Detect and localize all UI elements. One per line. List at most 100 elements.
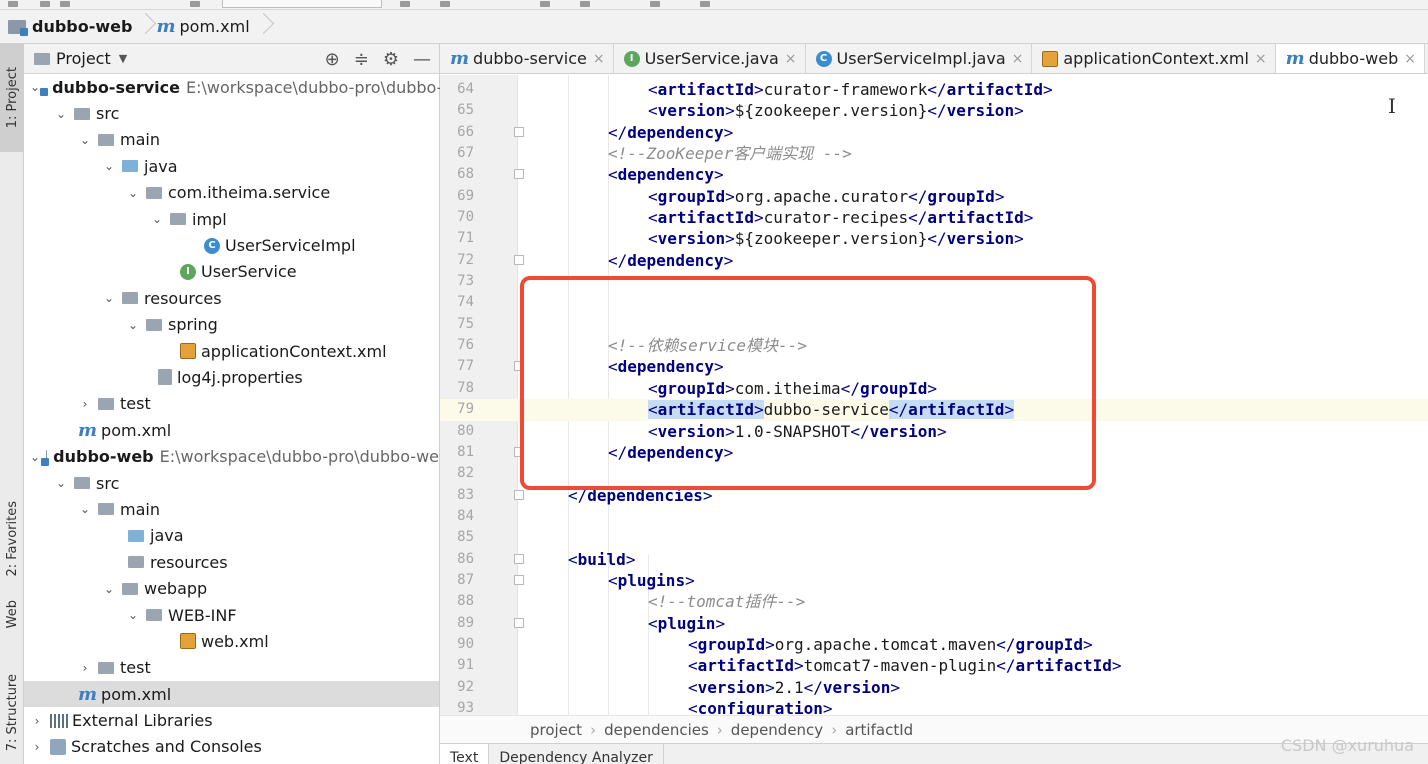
chevron-down-icon[interactable]: ▼ [119,52,127,65]
close-icon[interactable]: × [1404,51,1416,67]
project-panel-title[interactable]: Project [56,49,111,68]
tab-dependency-analyzer[interactable]: Dependency Analyzer [489,744,664,764]
folder-icon [98,503,114,516]
fold-marker-icon[interactable] [514,126,524,137]
minimize-icon[interactable]: — [413,49,431,70]
code-editor[interactable]: 64 <artifactId>curator-framework</artifac… [440,75,1428,715]
tree-item-userserviceimpl[interactable]: C UserServiceImpl [24,232,439,258]
code-line: 87 <plugins> [457,570,695,590]
chevron-down-icon[interactable]: ⌄ [54,107,68,121]
tree-item-spring[interactable]: ⌄ spring [24,312,439,338]
collapse-all-icon[interactable]: ≑ [354,49,369,70]
locate-icon[interactable]: ⊕ [325,49,340,70]
toolbar-icon[interactable] [440,1,450,7]
chevron-right-icon[interactable]: › [30,740,44,754]
tree-item-resources[interactable]: ⌄ resources [24,285,439,311]
fold-marker-icon[interactable] [514,574,524,585]
fold-marker-icon[interactable] [514,617,524,628]
tree-item-java[interactable]: ⌄ java [24,153,439,179]
run-config-selector[interactable] [222,0,382,8]
breadcrumb-dependencies[interactable]: dependencies [604,721,709,739]
tree-item-webapp[interactable]: ⌄ webapp [24,575,439,601]
close-icon[interactable]: × [785,51,797,67]
tree-item-web-inf[interactable]: ⌄ WEB-INF [24,602,439,628]
toolbar-icon[interactable] [580,1,590,7]
fold-marker-icon[interactable] [514,489,524,500]
tree-item-main[interactable]: ⌄ main [24,127,439,153]
tree-item-dubbo-web[interactable]: ⌄ dubbo-web E:\workspace\dubbo-pro\dubbo… [24,443,439,469]
fold-marker-icon[interactable] [514,254,524,265]
close-icon[interactable]: × [1255,51,1267,67]
nav-crumb-project[interactable]: dubbo-web [0,10,138,43]
tree-item-log4j[interactable]: log4j.properties [24,364,439,390]
toolbar-icon[interactable] [60,1,70,7]
tree-item-dubbo-service[interactable]: ⌄ dubbo-service E:\workspace\dubbo-pro\d… [24,74,442,100]
breadcrumb-artifactid[interactable]: artifactId [845,721,913,739]
tab-applicationcontext[interactable]: applicationContext.xml × [1032,44,1276,73]
code-line: 76 <!--依赖service模块--> [457,336,807,356]
chevron-down-icon[interactable]: ⌄ [126,608,140,622]
structure-tool-tab[interactable]: 7: Structure [0,662,24,764]
fold-marker-icon[interactable] [514,553,524,564]
chevron-down-icon[interactable]: ⌄ [78,502,92,516]
bottom-editor-tabs: Text Dependency Analyzer [440,743,1428,764]
web-xml-icon [180,633,196,650]
tab-dubbo-web-pom[interactable]: m dubbo-web × [1275,44,1425,73]
tab-userserviceimpl[interactable]: C UserServiceImpl.java × [806,44,1033,73]
chevron-right-icon[interactable]: › [78,397,92,411]
chevron-down-icon[interactable]: ⌄ [102,159,116,173]
toolbar-icon[interactable] [700,1,710,7]
breadcrumb-dependency[interactable]: dependency [731,721,823,739]
chevron-down-icon[interactable]: ⌄ [78,133,92,147]
tree-item-web-xml[interactable]: web.xml [24,628,439,654]
gear-icon[interactable]: ⚙ [383,49,399,70]
tree-item-test[interactable]: › test [24,655,439,681]
close-icon[interactable]: × [1012,51,1024,67]
chevron-down-icon[interactable]: ⌄ [30,450,40,464]
chevron-down-icon[interactable]: ⌄ [102,291,116,305]
chevron-down-icon[interactable]: ⌄ [54,476,68,490]
breadcrumb-project[interactable]: project [530,721,582,739]
chevron-down-icon[interactable]: ⌄ [102,582,116,596]
tree-item-impl[interactable]: ⌄ impl [24,206,439,232]
tree-item-src[interactable]: ⌄ src [24,100,439,126]
toolbar-icon[interactable] [190,1,200,7]
tree-item-resources[interactable]: resources [24,549,439,575]
nav-crumb-file[interactable]: m pom.xml [148,10,255,43]
fold-marker-icon[interactable] [514,169,524,180]
toolbar-icon[interactable] [650,1,660,7]
tree-item-applicationcontext[interactable]: applicationContext.xml [24,338,439,364]
tree-item-pom-web[interactable]: m pom.xml [24,680,439,708]
tree-item-test[interactable]: › test [24,391,439,417]
project-tool-tab[interactable]: 1: Project [0,44,24,152]
close-icon[interactable]: × [593,51,605,67]
toolbar-icon[interactable] [8,1,18,7]
tab-dubbo-service-pom[interactable]: m dubbo-service × [440,44,614,73]
chevron-right-icon[interactable]: › [78,661,92,675]
tree-item-userservice[interactable]: I UserService [24,259,439,285]
toolbar-icon[interactable] [40,1,50,7]
tree-item-scratches[interactable]: › Scratches and Consoles [24,734,439,760]
chevron-right-icon[interactable]: › [30,714,44,728]
chevron-down-icon[interactable]: ⌄ [30,80,40,94]
tab-text[interactable]: Text [440,744,490,764]
tree-item-pom-service[interactable]: m pom.xml [24,417,439,443]
fold-marker-icon[interactable] [514,361,524,372]
tab-userservice[interactable]: I UserService.java × [614,44,806,73]
tree-item-external-libraries[interactable]: › External Libraries [24,707,439,733]
chevron-down-icon[interactable]: ⌄ [126,318,140,332]
tree-item-package[interactable]: ⌄ com.itheima.service [24,180,439,206]
folder-icon [74,107,90,120]
code-line: 64 <artifactId>curator-framework</artifac… [457,80,1053,99]
toolbar-icon[interactable] [400,1,410,7]
resources-folder-icon [122,292,138,305]
web-tool-tab[interactable]: Web [0,584,24,644]
fold-marker-icon[interactable] [514,446,524,457]
chevron-down-icon[interactable]: ⌄ [150,212,164,226]
chevron-down-icon[interactable]: ⌄ [126,186,140,200]
tree-item-java[interactable]: java [24,523,439,549]
toolbar-icon[interactable] [540,1,550,7]
tree-item-main[interactable]: ⌄ main [24,496,439,522]
main-toolbar [0,0,1428,10]
tree-item-src[interactable]: ⌄ src [24,470,439,496]
